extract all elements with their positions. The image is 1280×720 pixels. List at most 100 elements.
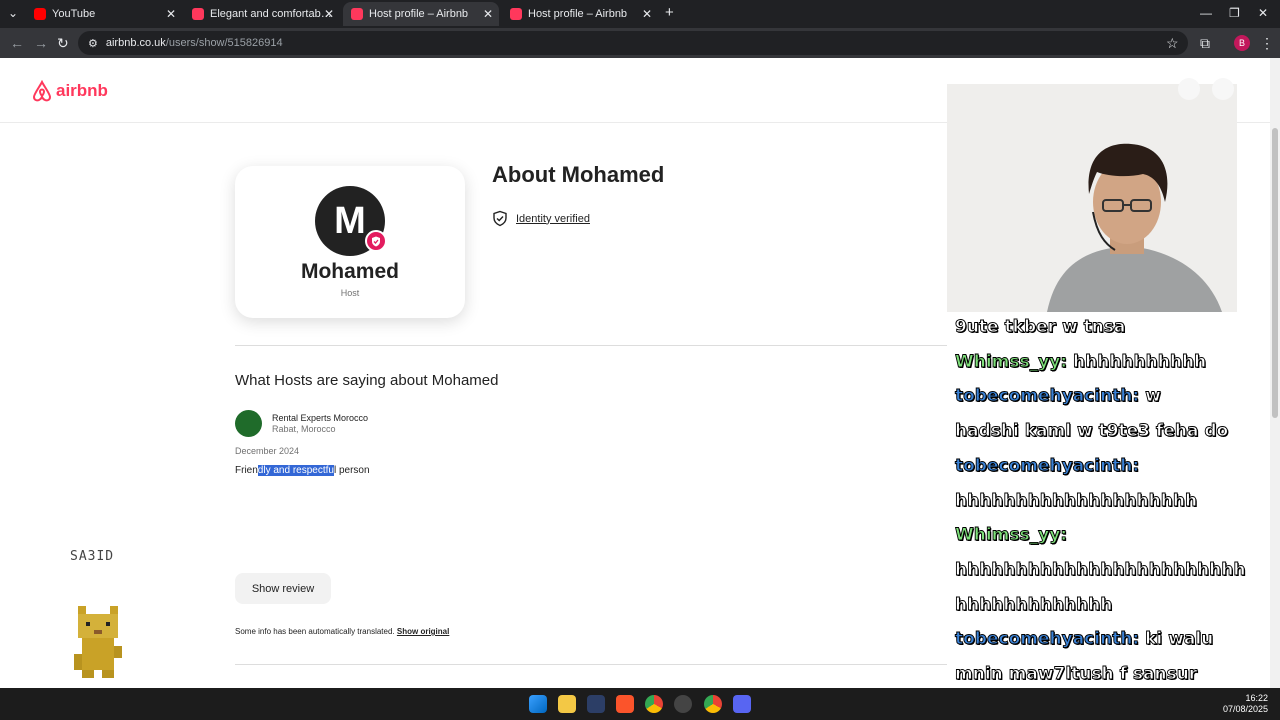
- tab-search-icon[interactable]: ⌄: [8, 6, 18, 20]
- clock-time: 16:22: [1245, 693, 1268, 703]
- airbnb-belo-icon: [32, 80, 52, 102]
- bookmark-star-icon[interactable]: ☆: [1166, 35, 1179, 52]
- chrome-icon[interactable]: [704, 695, 722, 713]
- back-icon[interactable]: ←: [10, 35, 24, 51]
- scrollbar[interactable]: [1270, 58, 1280, 688]
- reload-icon[interactable]: ↻: [57, 35, 69, 52]
- close-window-icon[interactable]: ✕: [1258, 6, 1268, 20]
- chat-message: hhhhhhhhhhhhhhhhhhhhhhhh: [955, 559, 1246, 580]
- tab-label: Elegant and comfortable apart: [210, 8, 332, 20]
- review-text-before: Frien: [235, 465, 258, 476]
- reviewer-name[interactable]: Rental Experts Morocco: [272, 413, 368, 423]
- chat-line: tobecomehyacinth: ki walu: [955, 622, 1270, 657]
- chat-username: tobecomehyacinth:: [955, 386, 1140, 407]
- clock-date: 07/08/2025: [1222, 704, 1268, 714]
- chat-message: mnin maw7ltush f sansur: [955, 664, 1198, 685]
- windows-start-icon[interactable]: [529, 695, 547, 713]
- chat-line: hadshi kaml w t9te3 feha do: [955, 414, 1270, 449]
- chat-message: hhhhhhhhhhhhhhhhhhhh: [955, 490, 1198, 511]
- profile-card: M Mohamed Host: [235, 166, 465, 318]
- discord-icon[interactable]: [733, 695, 751, 713]
- profile-avatar[interactable]: B: [1234, 35, 1250, 51]
- reviewer-location: Rabat, Morocco: [272, 424, 336, 434]
- airbnb-favicon-icon: [510, 8, 522, 20]
- scrollbar-thumb[interactable]: [1272, 128, 1278, 418]
- webcam-person-image: [947, 84, 1237, 312]
- chat-username: tobecomehyacinth:: [955, 455, 1140, 476]
- translation-note-text: Some info has been automatically transla…: [235, 627, 395, 636]
- chat-line: hhhhhhhhhhhhhhhhhhhh: [955, 484, 1270, 519]
- header-button[interactable]: [1178, 78, 1200, 100]
- review-date: December 2024: [235, 446, 300, 456]
- streamer-tag: SA3ID: [70, 549, 115, 564]
- close-tab-icon[interactable]: ✕: [166, 7, 176, 21]
- airbnb-logo[interactable]: airbnb: [32, 80, 108, 102]
- chat-message: 9ute tkber w tnsa: [955, 317, 1126, 338]
- chat-line: Whimss_yy:: [955, 518, 1270, 553]
- obs-icon[interactable]: [674, 695, 692, 713]
- verified-badge-icon: [365, 230, 387, 252]
- tab-label: YouTube: [52, 8, 96, 20]
- youtube-favicon-icon: [34, 8, 46, 20]
- tab-airbnb-listing[interactable]: Elegant and comfortable apart ✕: [184, 2, 340, 26]
- browser-menu-icon[interactable]: ⋮: [1260, 35, 1274, 52]
- chat-username: tobecomehyacinth:: [955, 629, 1140, 650]
- new-tab-icon[interactable]: +: [665, 4, 674, 21]
- tab-label: Host profile – Airbnb: [369, 8, 469, 20]
- chat-username: Whimss_yy:: [955, 351, 1068, 372]
- chat-line: hhhhhhhhhhhhhhhhhhhhhhhh: [955, 553, 1270, 588]
- taskbar: 16:22 07/08/2025: [0, 688, 1280, 720]
- shield-check-icon: [493, 210, 507, 227]
- site-info-icon[interactable]: ⚙: [88, 37, 98, 50]
- avatar-initial: M: [334, 199, 366, 242]
- identity-verified[interactable]: Identity verified: [492, 210, 590, 227]
- section-divider: [235, 345, 947, 346]
- close-tab-icon[interactable]: ✕: [483, 7, 493, 21]
- browser-toolbar: ← → ↻ ⚙ airbnb.co.uk /users/show/5158269…: [0, 28, 1280, 58]
- url-host: airbnb.co.uk: [105, 37, 166, 49]
- chat-line: 9ute tkber w tnsa: [955, 310, 1270, 345]
- chat-message: w: [1145, 386, 1162, 407]
- chat-username: Whimss_yy:: [955, 525, 1068, 546]
- chat-line: hhhhhhhhhhhhh: [955, 588, 1270, 623]
- close-tab-icon[interactable]: ✕: [324, 7, 334, 21]
- airbnb-favicon-icon: [192, 8, 204, 20]
- close-tab-icon[interactable]: ✕: [642, 7, 652, 21]
- restore-icon[interactable]: ❐: [1229, 6, 1240, 20]
- tab-host-profile[interactable]: Host profile – Airbnb ✕: [502, 2, 658, 26]
- review-text-after: l person: [333, 465, 370, 476]
- chat-line: tobecomehyacinth:: [955, 449, 1270, 484]
- reviews-heading: What Hosts are saying about Mohamed: [235, 372, 499, 389]
- chat-line: tobecomehyacinth: w: [955, 379, 1270, 414]
- stream-chat: 9ute tkber w tnsa Whimss_yy: hhhhhhhhhhh t…: [955, 310, 1270, 688]
- file-explorer-icon[interactable]: [558, 695, 576, 713]
- show-original-link[interactable]: Show original: [397, 627, 449, 636]
- about-heading: About Mohamed: [492, 162, 665, 187]
- chat-line: mnin maw7ltush f sansur: [955, 657, 1270, 688]
- brave-icon[interactable]: [616, 695, 634, 713]
- app-icon[interactable]: [587, 695, 605, 713]
- airbnb-favicon-icon: [351, 8, 363, 20]
- chat-message: hhhhhhhhhhh: [1073, 351, 1207, 372]
- translation-note: Some info has been automatically transla…: [235, 627, 449, 636]
- url-path: /users/show/515826914: [165, 37, 283, 49]
- webcam-overlay: [947, 84, 1237, 312]
- tab-host-profile-active[interactable]: Host profile – Airbnb ✕: [343, 2, 499, 26]
- minimize-icon[interactable]: —: [1200, 6, 1212, 20]
- profile-name: Mohamed: [300, 260, 399, 283]
- header-button[interactable]: [1212, 78, 1234, 100]
- tab-label: Host profile – Airbnb: [528, 8, 628, 20]
- airbnb-page: airbnb M Mohamed Host About Mohamed Iden…: [0, 58, 1270, 688]
- profile-role: Host: [340, 288, 360, 298]
- tab-youtube[interactable]: YouTube ✕: [26, 2, 182, 26]
- browser-tab-strip: ⌄ YouTube ✕ Elegant and comfortable apar…: [0, 0, 1280, 28]
- reviewer-avatar[interactable]: [235, 410, 262, 437]
- system-clock[interactable]: 16:22 07/08/2025: [1223, 693, 1268, 715]
- show-review-button[interactable]: Show review: [235, 573, 331, 604]
- identity-verified-link[interactable]: Identity verified: [516, 213, 590, 225]
- extensions-icon[interactable]: ⧉: [1200, 35, 1210, 52]
- chrome-icon[interactable]: [645, 695, 663, 713]
- section-divider: [235, 664, 947, 665]
- forward-icon[interactable]: →: [34, 35, 48, 51]
- address-bar[interactable]: ⚙ airbnb.co.uk /users/show/515826914: [78, 31, 1188, 55]
